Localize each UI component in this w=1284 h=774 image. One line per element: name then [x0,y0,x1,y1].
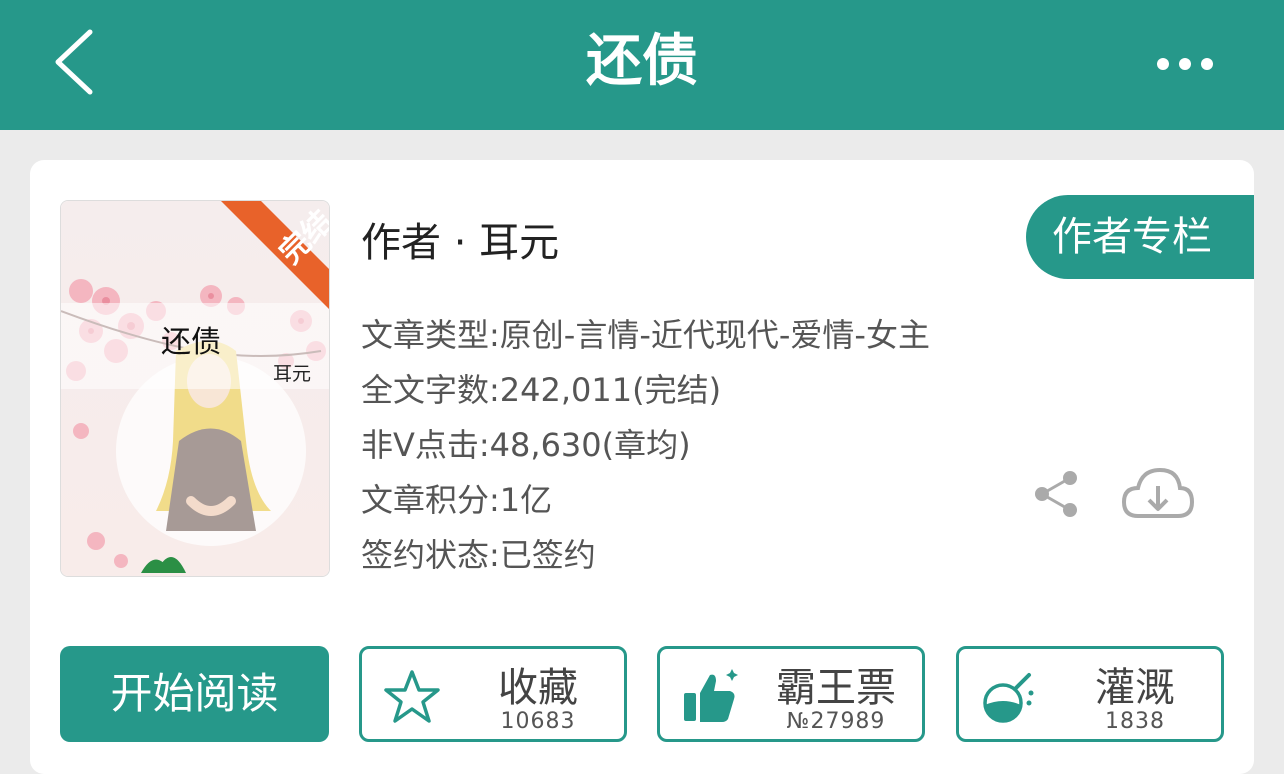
cover-title: 还债 [161,325,221,360]
share-icon[interactable] [1030,468,1082,520]
top-bar: 还债 [0,0,1284,130]
more-dots-icon [1157,58,1213,70]
water-label: 灌溉 [1095,665,1175,711]
info-score: 文章积分:1亿 [361,481,553,519]
book-card: 还债 耳元 完结 作者 · 耳元 作者专栏 文章类型:原创-言情-近代现代-爱情… [30,160,1254,774]
star-icon [384,670,440,723]
collect-button[interactable]: 收藏 10683 [359,646,627,742]
author-line[interactable]: 作者 · 耳元 [361,210,559,268]
start-reading-button[interactable]: 开始阅读 [60,646,329,742]
more-button[interactable] [1150,42,1220,86]
info-genre: 文章类型:原创-言情-近代现代-爱情-女主 [361,316,930,354]
info-word-count: 全文字数:242,011(完结) [361,371,722,409]
thumbs-up-icon [684,669,738,722]
author-column-button[interactable]: 作者专栏 [1026,195,1254,279]
ticket-count: №27989 [786,709,886,734]
collect-label: 收藏 [498,665,578,711]
water-count: 1838 [1105,709,1165,734]
ticket-label: 霸王票 [776,665,896,711]
water-button[interactable]: 灌溉 1838 [956,646,1224,742]
info-clicks: 非V点击:48,630(章均) [361,426,691,464]
book-cover[interactable]: 还债 耳元 完结 [60,200,330,577]
info-sign-status: 签约状态:已签约 [361,536,596,574]
flask-icon [983,673,1034,723]
cloud-download-icon[interactable] [1120,462,1196,526]
collect-count: 10683 [500,709,576,734]
page-title: 还债 [586,29,698,94]
cover-author: 耳元 [273,363,312,385]
overlord-ticket-button[interactable]: 霸王票 №27989 [657,646,925,742]
